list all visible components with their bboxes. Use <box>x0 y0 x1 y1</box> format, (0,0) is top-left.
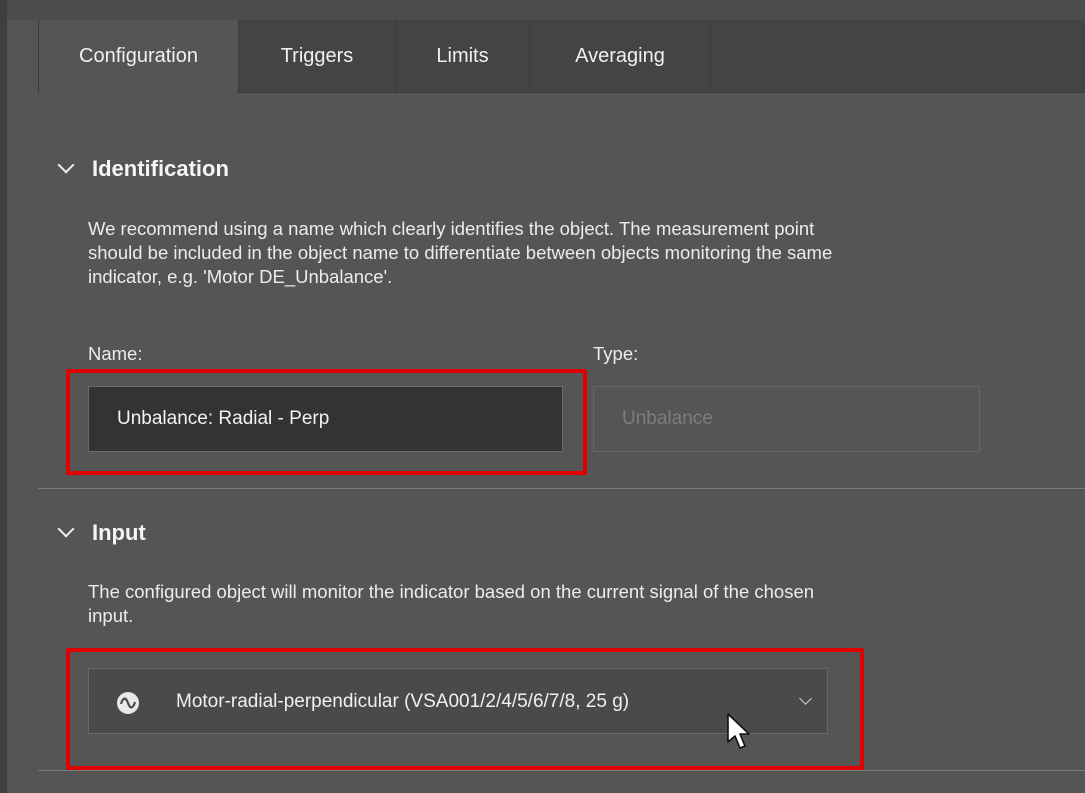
chevron-down-icon <box>57 156 75 174</box>
tab-limits[interactable]: Limits <box>396 20 530 92</box>
input-title: Input <box>92 520 146 545</box>
input-description-line: input. <box>88 605 134 626</box>
identification-description-line: should be included in the object name to… <box>88 242 833 263</box>
type-field: Unbalance <box>593 386 980 452</box>
identification-section-header[interactable]: Identification <box>57 156 229 182</box>
name-input[interactable]: Unbalance: Radial - Perp <box>88 386 563 452</box>
mouse-cursor-icon <box>727 713 750 749</box>
section-divider <box>38 488 1085 489</box>
app-frame: Configuration Triggers Limits Averaging … <box>0 0 1085 793</box>
chevron-down-icon <box>57 520 75 538</box>
identification-description-line: We recommend using a name which clearly … <box>88 218 815 239</box>
input-section-header[interactable]: Input <box>57 520 146 546</box>
tab-configuration[interactable]: Configuration <box>38 20 239 93</box>
input-description-line: The configured object will monitor the i… <box>88 581 815 602</box>
identification-description: We recommend using a name which clearly … <box>88 217 832 289</box>
section-divider <box>38 770 1085 771</box>
identification-description-line: indicator, e.g. 'Motor DE_Unbalance'. <box>88 266 393 287</box>
tab-bar: Configuration Triggers Limits Averaging <box>38 20 1085 93</box>
tab-triggers[interactable]: Triggers <box>239 20 396 92</box>
left-strip <box>0 0 7 793</box>
tab-averaging[interactable]: Averaging <box>530 20 711 92</box>
chevron-down-icon[interactable] <box>799 692 812 705</box>
type-label: Type: <box>593 343 639 364</box>
sine-wave-icon <box>117 692 139 714</box>
name-label: Name: <box>88 343 143 364</box>
input-description: The configured object will monitor the i… <box>88 580 814 628</box>
input-select[interactable]: Motor-radial-perpendicular (VSA001/2/4/5… <box>88 668 828 734</box>
identification-title: Identification <box>92 156 229 181</box>
top-strip <box>0 0 1085 20</box>
selected-input-label: Motor-radial-perpendicular (VSA001/2/4/5… <box>176 691 630 712</box>
